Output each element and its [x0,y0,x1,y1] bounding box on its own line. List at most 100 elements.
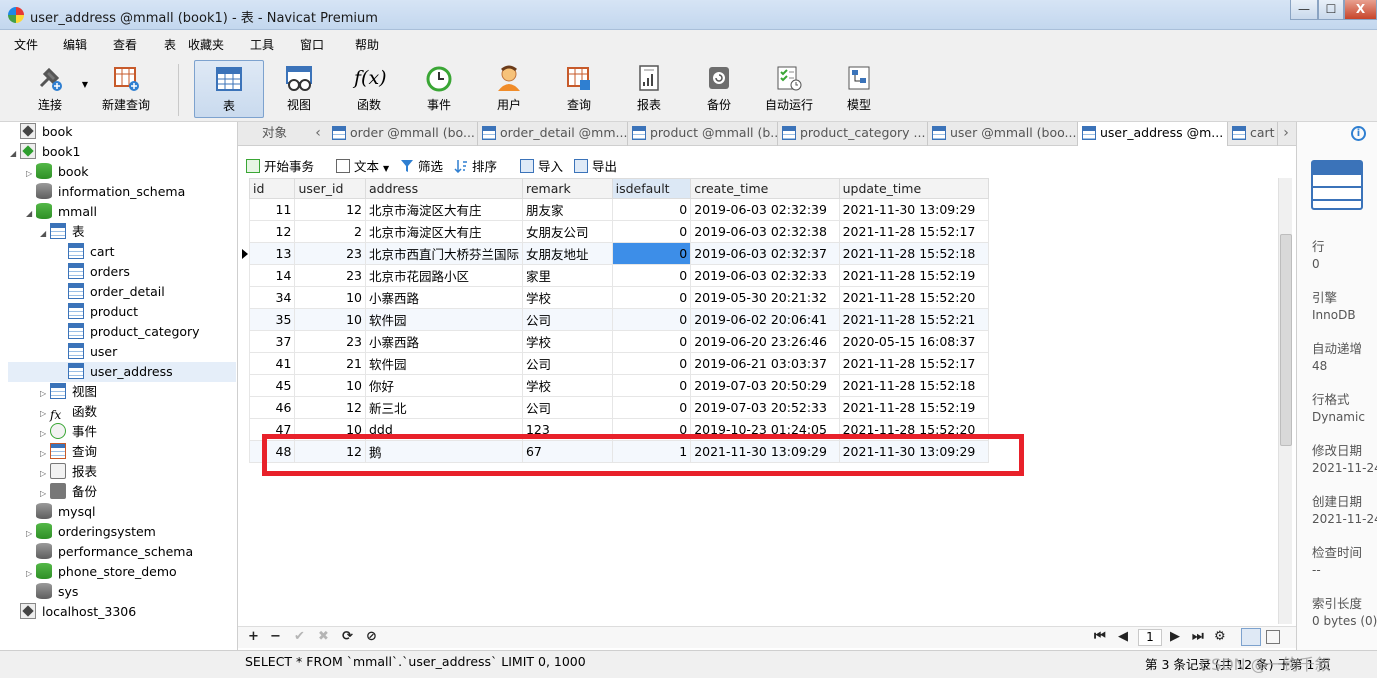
refresh-button[interactable]: ⟳ [342,629,353,644]
cell-id[interactable]: 13 [248,242,296,265]
column-header-address[interactable]: address [364,178,523,199]
cell-create-time[interactable]: 2019-06-02 20:06:41 [690,308,840,331]
column-header-update-time[interactable]: update_time [838,178,990,199]
cell-user-id[interactable]: 21 [294,352,366,375]
cell-user-id[interactable]: 12 [294,198,366,221]
table-row[interactable]: 45 10 你好 学校 0 2019-07-03 20:50:29 2021-1… [248,374,990,397]
column-header-user-id[interactable]: user_id [294,178,366,199]
table-row[interactable]: 12 2 北京市海淀区大有庄 女朋友公司 0 2019-06-03 02:32:… [248,220,990,243]
tree-db-mmall[interactable]: ◢ mmall [26,202,97,222]
user-button[interactable]: 用户 [480,60,538,118]
menu-view[interactable]: 查看 [113,36,137,53]
delete-record-button[interactable]: − [270,629,281,644]
cell-user-id[interactable]: 10 [294,374,366,397]
apply-changes-button[interactable]: ✔ [294,629,305,644]
collapsed-arrow-icon[interactable]: ▷ [40,444,50,464]
cell-isdefault[interactable]: 0 [611,264,692,287]
tree-functions[interactable]: ▷ fx 函数 [40,402,97,422]
tab-objects[interactable]: 对象 [262,122,287,144]
tab-product[interactable]: product @mmall (b... [628,122,778,146]
cell-remark[interactable]: 公司 [521,352,613,375]
autorun-button[interactable]: 自动运行 [760,60,818,118]
collapsed-arrow-icon[interactable]: ▷ [26,524,36,544]
cell-id[interactable]: 45 [248,374,296,397]
filter-button[interactable]: 筛选 [400,156,443,175]
cell-isdefault-selected[interactable]: 0 [611,242,692,265]
collapsed-arrow-icon[interactable]: ▷ [26,164,36,184]
collapsed-arrow-icon[interactable]: ▷ [26,564,36,584]
tree-connection-localhost[interactable]: localhost_3306 [10,602,136,622]
cell-isdefault[interactable]: 0 [611,396,692,419]
tree-table-product-category[interactable]: product_category [58,322,200,342]
close-button[interactable]: X [1344,0,1377,20]
cell-create-time[interactable]: 2019-06-03 02:32:37 [690,242,840,265]
scrollbar-thumb[interactable] [1280,234,1292,446]
collapsed-arrow-icon[interactable]: ▷ [40,464,50,484]
table-row[interactable]: 35 10 软件园 公司 0 2019-06-02 20:06:41 2021-… [248,308,990,331]
collapsed-arrow-icon[interactable]: ▷ [40,424,50,444]
tree-tables-group[interactable]: ◢ 表 [40,222,85,242]
previous-page-button[interactable]: ◀ [1118,629,1128,644]
menu-file[interactable]: 文件 [14,36,38,53]
tree-table-order-detail[interactable]: order_detail [58,282,165,302]
column-header-create-time[interactable]: create_time [690,178,840,199]
expanded-arrow-icon[interactable]: ◢ [26,204,36,224]
cell-user-id[interactable]: 10 [294,308,366,331]
tab-order-detail[interactable]: order_detail @mm... [478,122,628,146]
cell-create-time[interactable]: 2019-06-21 03:03:37 [690,352,840,375]
maximize-button[interactable]: ☐ [1318,0,1344,20]
tree-events[interactable]: ▷ 事件 [40,422,97,442]
expanded-arrow-icon[interactable]: ◢ [40,224,50,244]
cell-create-time[interactable]: 2019-07-03 20:50:29 [690,374,840,397]
model-button[interactable]: 模型 [830,60,888,118]
tree-db-book[interactable]: ▷ book [26,162,88,182]
cell-isdefault[interactable]: 0 [611,220,692,243]
table-row[interactable]: 46 12 新三北 公司 0 2019-07-03 20:52:33 2021-… [248,396,990,419]
column-header-id[interactable]: id [248,178,296,199]
cell-id[interactable]: 46 [248,396,296,419]
grid-vertical-scrollbar[interactable] [1278,178,1292,624]
tree-db-performance-schema[interactable]: performance_schema [26,542,193,562]
cell-remark[interactable]: 女朋友地址 [521,242,613,265]
table-button[interactable]: 表 [194,60,264,118]
cell-address[interactable]: 你好 [364,374,523,397]
cell-isdefault[interactable]: 0 [611,198,692,221]
cell-address[interactable]: 新三北 [364,396,523,419]
tree-db-phone-store-demo[interactable]: ▷ phone_store_demo [26,562,177,582]
cell-remark[interactable]: 公司 [521,308,613,331]
first-page-button[interactable]: ⏮ [1094,629,1106,644]
cell-isdefault[interactable]: 0 [611,374,692,397]
grid-view-icon[interactable] [1241,628,1261,646]
menu-favorites[interactable]: 收藏夹 [188,36,224,53]
tree-db-information-schema[interactable]: information_schema [26,182,185,202]
cell-id[interactable]: 41 [248,352,296,375]
table-row[interactable]: 14 23 北京市花园路小区 家里 0 2019-06-03 02:32:33 … [248,264,990,287]
tree-table-product[interactable]: product [58,302,138,322]
tab-scroll-left-icon[interactable]: ‹ [310,122,326,146]
cell-address[interactable]: 软件园 [364,308,523,331]
cell-remark[interactable]: 女朋友公司 [521,220,613,243]
event-button[interactable]: 事件 [410,60,468,118]
cell-remark[interactable]: 家里 [521,264,613,287]
tab-scroll-right-icon[interactable]: › [1278,122,1294,146]
connect-dropdown-icon[interactable]: ▼ [78,80,92,92]
connect-button[interactable]: 连接 [22,60,78,118]
form-view-icon[interactable] [1266,630,1280,644]
cell-id[interactable]: 11 [248,198,296,221]
tree-views[interactable]: ▷ 视图 [40,382,97,402]
cell-update-time[interactable]: 2021-11-28 15:52:18 [838,242,990,265]
tab-order[interactable]: order @mmall (bo... [328,122,478,146]
cell-address[interactable]: 小寨西路 [364,286,523,309]
cell-create-time[interactable]: 2019-06-03 02:32:33 [690,264,840,287]
cell-create-time[interactable]: 2019-07-03 20:52:33 [690,396,840,419]
tree-db-mysql[interactable]: mysql [26,502,96,522]
cell-create-time[interactable]: 2019-05-30 20:21:32 [690,286,840,309]
cell-update-time[interactable]: 2021-11-28 15:52:17 [838,352,990,375]
cell-update-time[interactable]: 2021-11-28 15:52:19 [838,264,990,287]
cell-create-time[interactable]: 2019-06-20 23:26:46 [690,330,840,353]
page-number-input[interactable]: 1 [1138,629,1162,646]
tree-reports[interactable]: ▷ 报表 [40,462,97,482]
cell-create-time[interactable]: 2019-06-03 02:32:38 [690,220,840,243]
import-button[interactable]: 导入 [520,156,563,175]
cell-update-time[interactable]: 2021-11-28 15:52:20 [838,286,990,309]
